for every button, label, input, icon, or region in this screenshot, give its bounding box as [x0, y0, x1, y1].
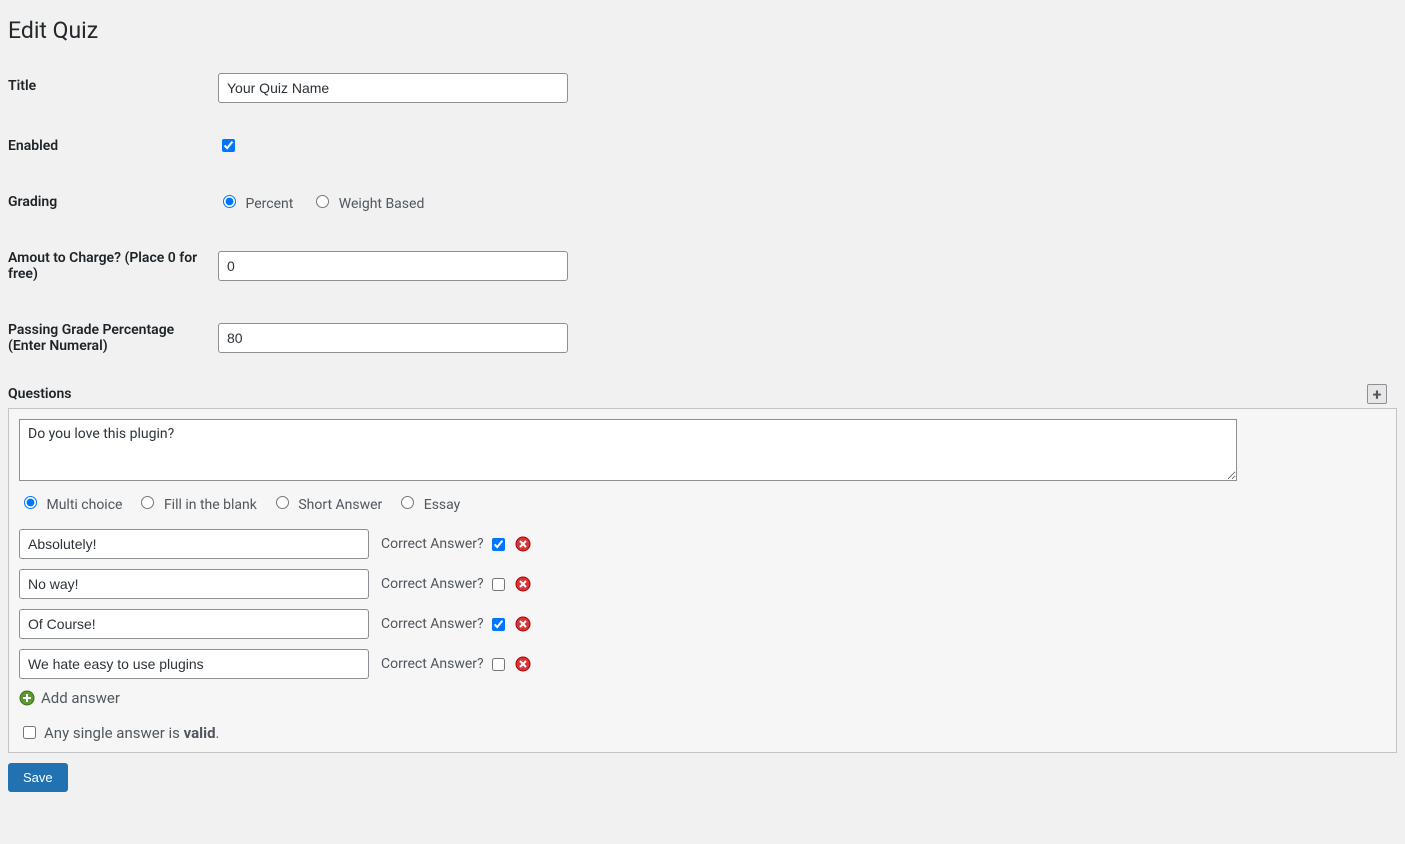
- title-label: Title: [8, 58, 208, 118]
- page-title: Edit Quiz: [8, 8, 1397, 48]
- delete-answer-button[interactable]: [515, 576, 531, 592]
- grading-option[interactable]: Weight Based: [311, 196, 424, 212]
- question-type-radio[interactable]: [141, 496, 154, 509]
- answer-row: Correct Answer?: [19, 569, 1386, 599]
- correct-answer-label: Correct Answer?: [381, 576, 484, 592]
- title-input[interactable]: [218, 73, 568, 103]
- answer-input[interactable]: [19, 649, 369, 679]
- answer-input[interactable]: [19, 569, 369, 599]
- delete-answer-button[interactable]: [515, 616, 531, 632]
- correct-answer-label: Correct Answer?: [381, 616, 484, 632]
- delete-icon: [515, 616, 531, 632]
- questions-label: Questions: [8, 386, 71, 402]
- answer-input[interactable]: [19, 609, 369, 639]
- any-valid-checkbox[interactable]: [23, 726, 36, 739]
- delete-icon: [515, 656, 531, 672]
- amount-input[interactable]: [218, 251, 568, 281]
- correct-answer-checkbox[interactable]: [492, 618, 505, 631]
- form-table: Title Enabled Grading Percent Weight Bas…: [8, 58, 1397, 374]
- answers-list: Correct Answer? Correct Answer? Correct An…: [19, 529, 1386, 679]
- correct-answer-checkbox[interactable]: [492, 658, 505, 671]
- add-answer-label: Add answer: [41, 689, 120, 707]
- answer-row: Correct Answer?: [19, 649, 1386, 679]
- plus-icon: +: [1373, 385, 1382, 404]
- question-type-radio[interactable]: [401, 496, 414, 509]
- delete-icon: [515, 576, 531, 592]
- any-valid-text: Any single answer is valid.: [44, 724, 220, 742]
- add-answer-button[interactable]: Add answer: [19, 689, 1386, 707]
- question-type-radio[interactable]: [24, 496, 37, 509]
- correct-answer-checkbox[interactable]: [492, 578, 505, 591]
- any-valid-row: Any single answer is valid.: [19, 723, 1386, 742]
- save-button[interactable]: Save: [8, 763, 68, 792]
- question-type-option[interactable]: Short Answer: [271, 497, 382, 513]
- question-textarea[interactable]: [19, 419, 1237, 481]
- delete-answer-button[interactable]: [515, 536, 531, 552]
- grading-radio[interactable]: [316, 195, 329, 208]
- enabled-checkbox[interactable]: [222, 139, 235, 152]
- question-type-radio[interactable]: [276, 496, 289, 509]
- grading-radio[interactable]: [223, 195, 236, 208]
- answer-input[interactable]: [19, 529, 369, 559]
- passing-grade-label: Passing Grade Percentage (Enter Numeral): [8, 302, 208, 374]
- add-green-icon: [19, 690, 35, 706]
- answer-row: Correct Answer?: [19, 609, 1386, 639]
- question-type-option[interactable]: Essay: [396, 497, 460, 513]
- correct-answer-label: Correct Answer?: [381, 656, 484, 672]
- questions-box: Multi choice Fill in the blank Short Ans…: [8, 408, 1397, 753]
- add-question-button[interactable]: +: [1367, 384, 1387, 404]
- delete-answer-button[interactable]: [515, 656, 531, 672]
- grading-label: Grading: [8, 174, 208, 230]
- delete-icon: [515, 536, 531, 552]
- correct-answer-checkbox[interactable]: [492, 538, 505, 551]
- correct-answer-label: Correct Answer?: [381, 536, 484, 552]
- answer-row: Correct Answer?: [19, 529, 1386, 559]
- grading-radio-group: Percent Weight Based: [208, 174, 1397, 230]
- question-type-option[interactable]: Fill in the blank: [136, 497, 256, 513]
- passing-grade-input[interactable]: [218, 323, 568, 353]
- grading-option[interactable]: Percent: [218, 196, 293, 212]
- enabled-label: Enabled: [8, 118, 208, 174]
- question-type-option[interactable]: Multi choice: [19, 497, 122, 513]
- questions-header: Questions +: [8, 384, 1397, 404]
- amount-label: Amout to Charge? (Place 0 for free): [8, 230, 208, 302]
- question-type-radio-group: Multi choice Fill in the blank Short Ans…: [19, 493, 1386, 513]
